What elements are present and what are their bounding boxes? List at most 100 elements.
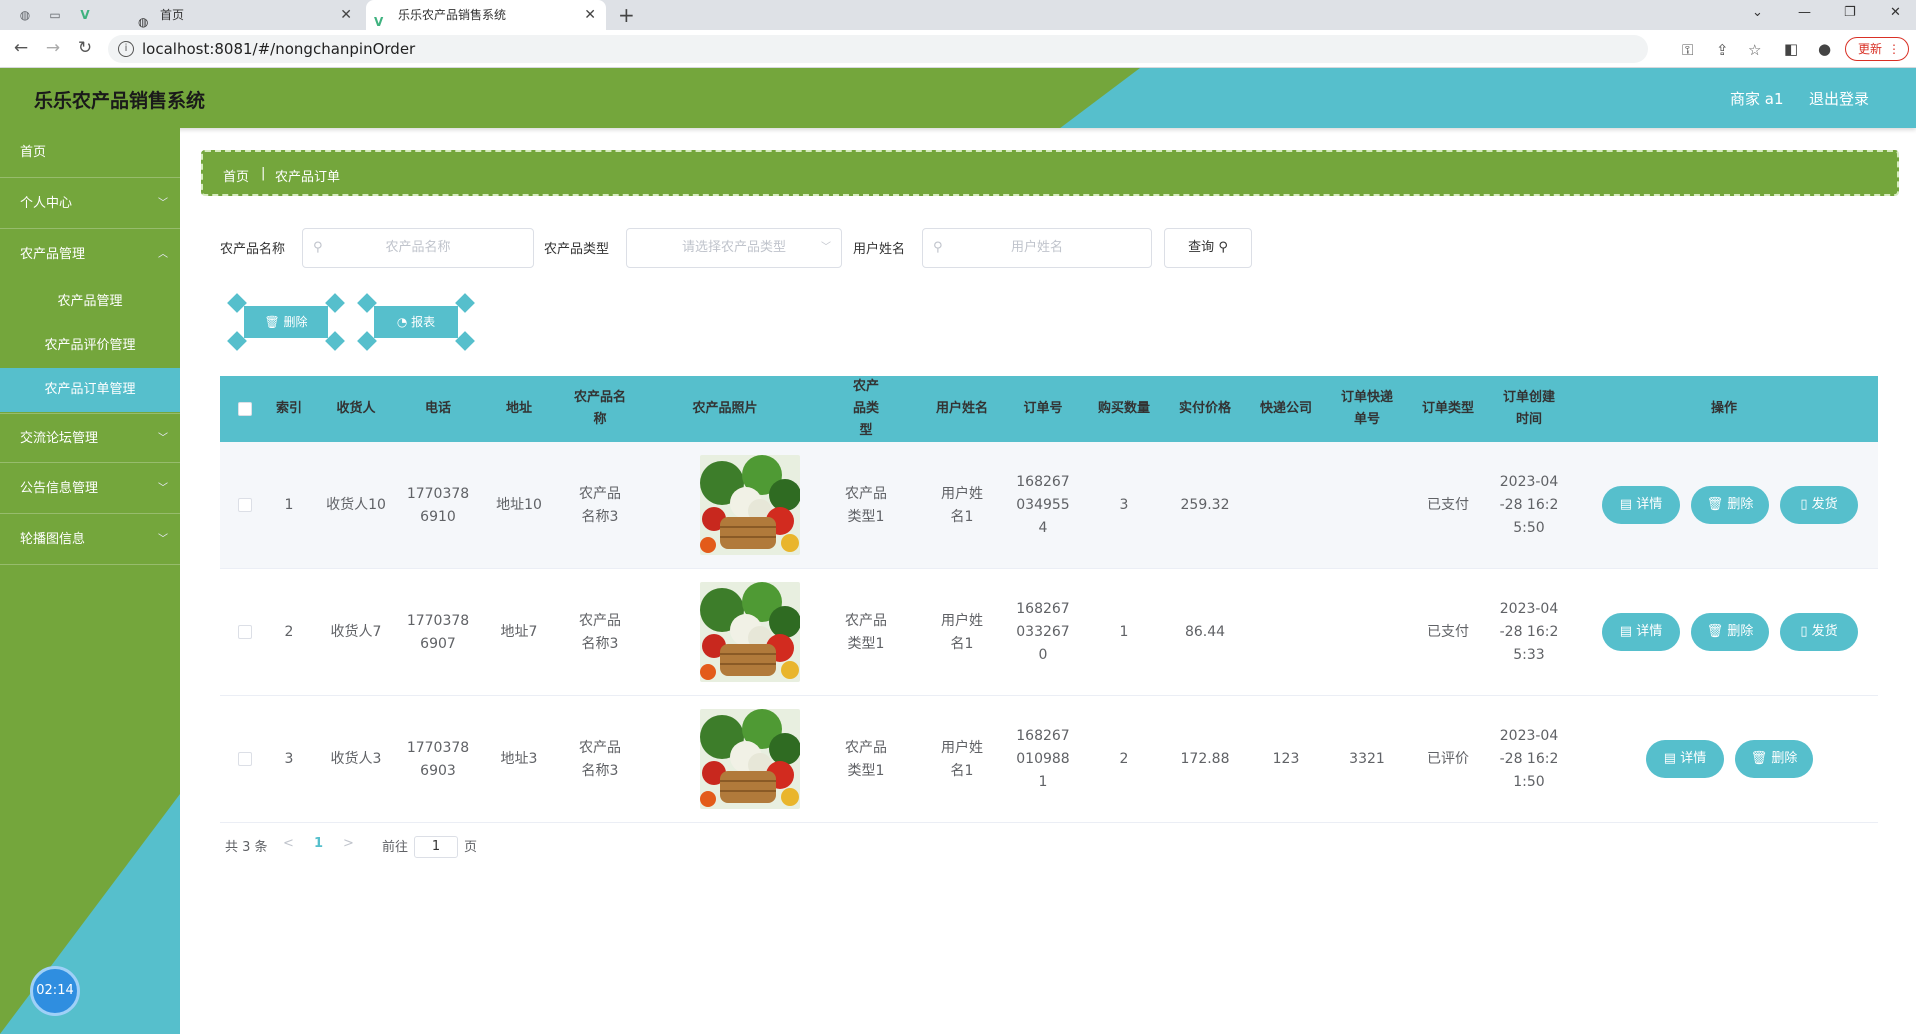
ship-button[interactable]: ▯ 发货 xyxy=(1780,486,1858,524)
column-header[interactable]: 农产品名称 xyxy=(560,376,640,442)
ship-button[interactable]: ▯ 发货 xyxy=(1780,613,1858,651)
column-header[interactable]: 订单创建时间 xyxy=(1488,376,1570,442)
column-header[interactable]: 农产品照片 xyxy=(640,376,810,442)
cell-receiver: 收货人10 xyxy=(326,497,386,513)
share-icon[interactable]: ⇪ xyxy=(1716,41,1729,59)
column-header[interactable]: 索引 xyxy=(264,376,314,442)
button-label: 🗑︎ 删除 xyxy=(1691,486,1769,524)
column-header[interactable]: 收货人 xyxy=(314,376,398,442)
logout-link[interactable]: 退出登录 xyxy=(1809,88,1869,109)
globe-icon[interactable]: ◍ xyxy=(16,6,34,24)
tab-home[interactable]: ◍ 首页 ✕ xyxy=(130,0,362,30)
restore-button[interactable]: ❐ xyxy=(1844,0,1856,26)
table-row[interactable]: 3 收货人3 17703786903 地址3 农产品名称3 农产品类型1 用户姓… xyxy=(220,696,1878,823)
row-checkbox[interactable] xyxy=(238,498,252,512)
product-type-select[interactable]: 请选择农产品类型 ﹀ xyxy=(626,228,842,268)
sidebar-item-forum[interactable]: 交流论坛管理 ﹀ xyxy=(0,413,180,463)
report-button[interactable]: ◔ 报表 xyxy=(356,293,476,351)
detail-button[interactable]: ▤ 详情 xyxy=(1646,740,1724,778)
product-photo[interactable] xyxy=(700,582,800,682)
cell-user-name: 用户姓名1 xyxy=(941,485,983,525)
breadcrumb-separator: | xyxy=(261,166,266,181)
sidebar-item-carousel[interactable]: 轮播图信息 ﹀ xyxy=(0,515,180,565)
product-photo[interactable] xyxy=(700,455,800,555)
delete-button[interactable]: 🗑︎ 删除 xyxy=(1691,486,1769,524)
cell-product-type: 农产品类型1 xyxy=(845,739,887,779)
table-row[interactable]: 1 收货人10 17703786910 地址10 农产品名称3 农产品类型1 用… xyxy=(220,442,1878,569)
pagination-page[interactable]: 1 xyxy=(314,836,323,851)
back-button[interactable]: ← xyxy=(10,38,32,58)
column-header[interactable]: 实付价格 xyxy=(1164,376,1246,442)
cell-tracking xyxy=(1326,442,1408,569)
vue-icon[interactable]: V xyxy=(76,6,94,24)
detail-button[interactable]: ▤ 详情 xyxy=(1602,486,1680,524)
button-label: 🗑︎ 删除 xyxy=(1691,613,1769,651)
url-field[interactable]: i localhost:8081/#/nongchanpinOrder ⚿ ⇪ … xyxy=(108,35,1761,63)
chevron-down-icon: ﹀ xyxy=(821,242,831,253)
user-name-input[interactable]: ⚲ 用户姓名 xyxy=(922,228,1152,268)
cell-order-no: 1682670349554 xyxy=(1016,474,1070,536)
cell-product-name: 农产品名称3 xyxy=(579,739,621,779)
button-label: ▤ 详情 xyxy=(1602,486,1680,524)
key-icon[interactable]: ⚿ xyxy=(1682,41,1693,59)
reload-button[interactable]: ↻ xyxy=(74,38,96,58)
batch-delete-button[interactable]: 🗑︎ 删除 xyxy=(226,293,346,351)
pagination-next[interactable]: > xyxy=(343,836,354,851)
close-icon[interactable]: ✕ xyxy=(584,0,596,30)
select-all-checkbox[interactable] xyxy=(238,402,252,416)
bookmark-star-icon[interactable]: ☆ xyxy=(1748,41,1761,59)
pagination-goto-input[interactable]: 1 xyxy=(414,836,458,858)
query-button[interactable]: 查询 ⚲ xyxy=(1164,228,1252,268)
sidebar-subitem-product-review[interactable]: 农产品评价管理 xyxy=(0,324,180,368)
row-checkbox[interactable] xyxy=(238,752,252,766)
sidebar-item-products[interactable]: 农产品管理 ︿ xyxy=(0,230,180,280)
sidebar-subitem-product-order[interactable]: 农产品订单管理 xyxy=(0,368,180,412)
sidebar-item-home[interactable]: 首页 xyxy=(0,128,180,178)
corner-decoration xyxy=(455,331,475,351)
detail-label: 详情 xyxy=(1680,751,1707,766)
sidebar-item-label: 个人中心 xyxy=(20,196,73,211)
column-header[interactable]: 电话 xyxy=(398,376,478,442)
sidebar-subitem-product-manage[interactable]: 农产品管理 xyxy=(0,280,180,324)
book-icon: ▯ xyxy=(1800,497,1812,512)
table-row[interactable]: 2 收货人7 17703786907 地址7 农产品名称3 农产品类型1 用户姓… xyxy=(220,569,1878,696)
sidebar-item-label: 公告信息管理 xyxy=(20,481,99,496)
trash-icon: 🗑︎ xyxy=(1706,624,1728,639)
delete-button[interactable]: 🗑︎ 删除 xyxy=(1691,613,1769,651)
forward-button[interactable]: → xyxy=(42,38,64,58)
column-header[interactable]: 订单号 xyxy=(1002,376,1084,442)
close-icon[interactable]: ✕ xyxy=(340,0,352,30)
row-checkbox[interactable] xyxy=(238,625,252,639)
column-header[interactable]: 地址 xyxy=(478,376,560,442)
profile-icon[interactable]: ● xyxy=(1818,40,1831,58)
button-label: ▯ 发货 xyxy=(1780,486,1858,524)
blank-page-icon[interactable]: ▭ xyxy=(46,6,64,24)
info-icon[interactable]: i xyxy=(118,41,134,57)
column-header[interactable]: 快递公司 xyxy=(1246,376,1326,442)
tab-active[interactable]: V 乐乐农产品销售系统 ✕ xyxy=(366,0,606,30)
book-icon: ▯ xyxy=(1800,624,1812,639)
cell-qty: 2 xyxy=(1119,751,1129,767)
delete-button[interactable]: 🗑︎ 删除 xyxy=(1735,740,1813,778)
sidepanel-icon[interactable]: ◧ xyxy=(1784,40,1798,58)
product-photo[interactable] xyxy=(700,709,800,809)
report-body: ◔ 报表 xyxy=(374,306,458,338)
breadcrumb-home[interactable]: 首页 xyxy=(223,166,249,185)
sidebar-item-profile[interactable]: 个人中心 ﹀ xyxy=(0,179,180,229)
new-tab-button[interactable]: + xyxy=(618,0,635,30)
sidebar-item-notice[interactable]: 公告信息管理 ﹀ xyxy=(0,464,180,514)
product-name-input[interactable]: ⚲ 农产品名称 xyxy=(302,228,534,268)
minimize-button[interactable]: — xyxy=(1798,0,1811,26)
column-header[interactable]: 购买数量 xyxy=(1084,376,1164,442)
column-header[interactable]: 用户姓名 xyxy=(922,376,1002,442)
column-header[interactable]: 农产品类型 xyxy=(810,376,922,442)
timer-badge[interactable]: 02:14 xyxy=(30,966,80,1016)
column-header[interactable]: 订单快递单号 xyxy=(1326,376,1408,442)
tab-search-icon[interactable]: ⌄ xyxy=(1752,0,1763,26)
detail-button[interactable]: ▤ 详情 xyxy=(1602,613,1680,651)
update-button[interactable]: 更新 ⋮ xyxy=(1845,37,1909,61)
column-header[interactable]: 订单类型 xyxy=(1408,376,1488,442)
close-window-button[interactable]: ✕ xyxy=(1890,0,1901,26)
pagination-prev[interactable]: < xyxy=(283,836,294,851)
column-header[interactable]: 操作 xyxy=(1570,376,1878,442)
